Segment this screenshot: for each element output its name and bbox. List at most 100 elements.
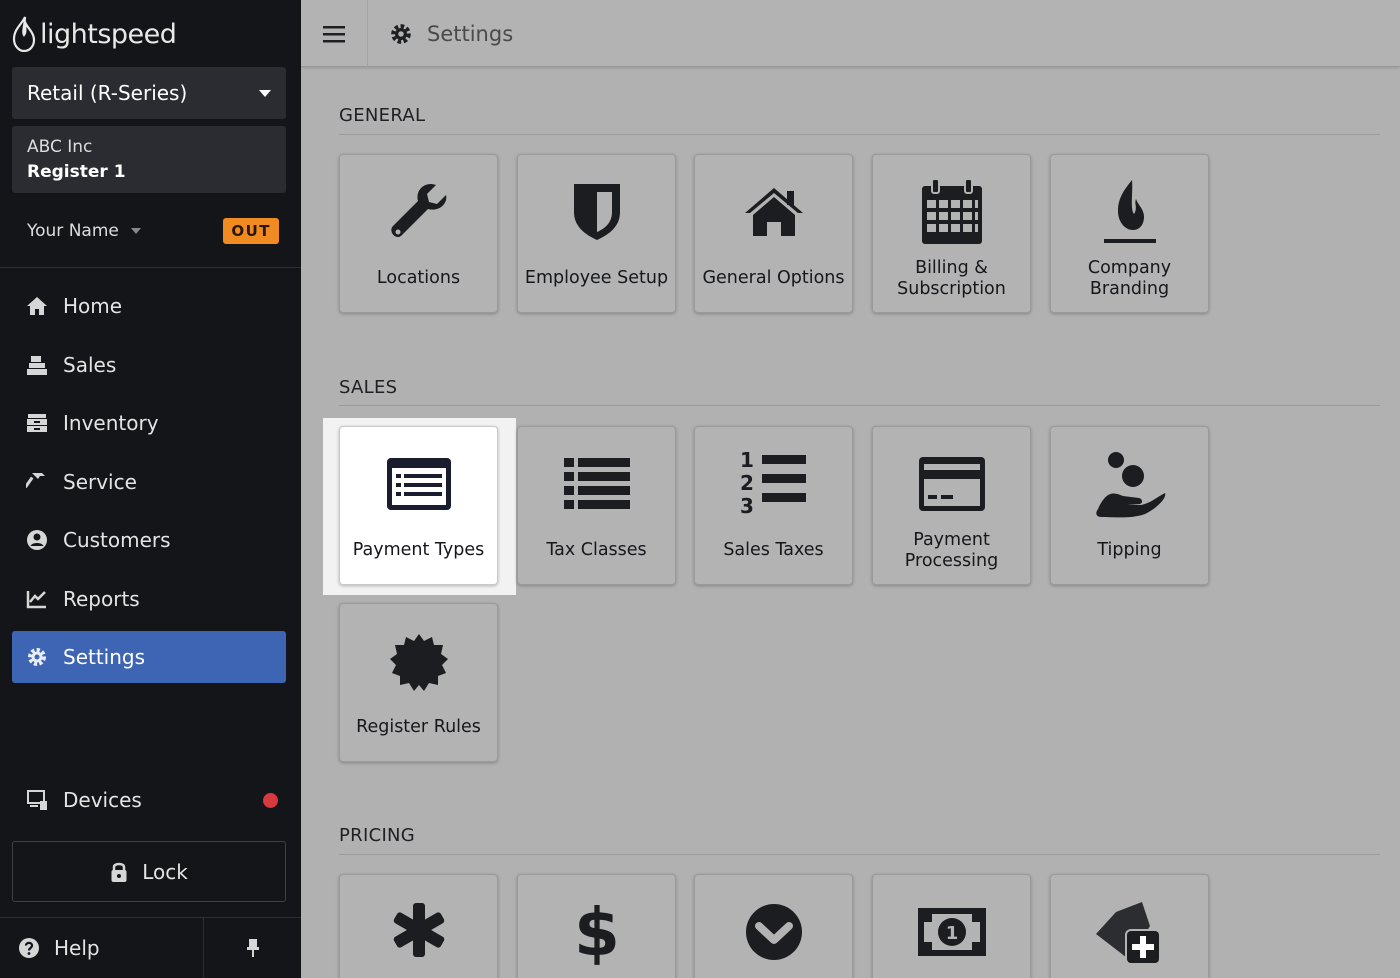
pin-sidebar-button[interactable] — [204, 918, 301, 978]
tile-label: Employee Setup — [524, 267, 669, 288]
tile-billing-subscription[interactable]: Billing & Subscription — [872, 154, 1031, 313]
tile-pricing-1[interactable] — [339, 874, 498, 978]
tile-label: Sales Taxes — [723, 539, 824, 560]
register-info: ABC Inc Register 1 — [12, 126, 286, 193]
clock-status-badge[interactable]: OUT — [223, 218, 279, 244]
tile-payment-processing[interactable]: Payment Processing — [872, 426, 1031, 585]
brand-name: lightspeed — [40, 18, 177, 50]
tile-company-branding[interactable]: Company Branding — [1050, 154, 1209, 313]
shield-icon — [518, 177, 675, 247]
help-button[interactable]: Help — [0, 918, 204, 978]
tile-label: General Options — [702, 267, 845, 288]
banknote-icon: 1 — [873, 897, 1030, 967]
devices-icon — [25, 788, 49, 812]
tag-plus-icon — [1051, 897, 1208, 967]
tile-payment-types[interactable]: Payment Types — [339, 426, 498, 585]
sidebar-divider — [0, 267, 301, 268]
tile-label: Payment Types — [352, 539, 485, 560]
section-divider — [339, 854, 1380, 855]
tile-pricing-2[interactable]: $ — [517, 874, 676, 978]
inventory-icon — [25, 411, 49, 435]
hamburger-icon — [323, 25, 345, 42]
badge-icon — [340, 628, 497, 698]
sidebar-item-inventory[interactable]: Inventory — [12, 397, 286, 449]
tile-general-options[interactable]: General Options — [694, 154, 853, 313]
tile-register-rules[interactable]: Register Rules — [339, 603, 498, 762]
asterisk-icon — [340, 895, 497, 965]
register-icon — [25, 353, 49, 377]
register-name: Register 1 — [27, 162, 126, 182]
tile-tax-classes[interactable]: Tax Classes — [517, 426, 676, 585]
user-circle-icon — [25, 528, 49, 552]
sidebar-item-label: Settings — [63, 645, 146, 669]
gear-icon — [391, 23, 411, 44]
page-title-text: Settings — [427, 21, 514, 46]
sidebar-item-service[interactable]: Service — [12, 456, 286, 508]
sidebar-item-home[interactable]: Home — [12, 280, 286, 332]
list-icon — [518, 449, 675, 519]
sidebar-item-reports[interactable]: Reports — [12, 573, 286, 625]
tile-pricing-3[interactable] — [694, 874, 853, 978]
chevron-down-icon — [259, 89, 271, 97]
page-title: Settings — [389, 0, 513, 67]
gear-icon — [25, 645, 49, 669]
flame-logo-icon — [12, 16, 36, 52]
svg-text:$: $ — [575, 895, 619, 965]
tile-locations[interactable]: Locations — [339, 154, 498, 313]
help-icon — [19, 938, 39, 958]
section-title-general: GENERAL — [339, 105, 426, 126]
calendar-icon — [873, 177, 1030, 247]
tile-label: Tax Classes — [546, 539, 647, 560]
wrench-icon — [340, 177, 497, 247]
chart-icon — [25, 587, 49, 611]
tile-tipping[interactable]: Tipping — [1050, 426, 1209, 585]
sidebar-item-label: Inventory — [63, 411, 159, 435]
sidebar-item-label: Customers — [63, 528, 171, 552]
section-divider — [339, 405, 1380, 406]
user-name: Your Name — [27, 221, 119, 241]
tile-pricing-5[interactable] — [1050, 874, 1209, 978]
svg-text:3: 3 — [740, 494, 754, 516]
numbered-list-icon: 123 — [695, 447, 852, 517]
tile-label: Locations — [376, 267, 461, 288]
home-icon — [25, 294, 49, 318]
product-label: Retail (R-Series) — [27, 81, 188, 105]
chevron-down-icon — [130, 228, 141, 234]
tile-pricing-4[interactable]: 1 — [872, 874, 1031, 978]
home-icon — [695, 177, 852, 247]
section-title-pricing: PRICING — [339, 825, 416, 846]
lock-button[interactable]: Lock — [12, 841, 286, 902]
hand-coins-icon — [1051, 449, 1208, 519]
tile-label: Payment Processing — [904, 530, 999, 571]
svg-text:1: 1 — [945, 923, 958, 944]
lock-label: Lock — [142, 859, 188, 884]
sidebar-item-label: Service — [63, 469, 137, 494]
sidebar-item-settings[interactable]: Settings — [12, 631, 286, 683]
top-bar: Settings — [301, 0, 1400, 67]
tile-sales-taxes[interactable]: 123 Sales Taxes — [694, 426, 853, 585]
product-selector[interactable]: Retail (R-Series) — [12, 67, 286, 119]
user-menu[interactable]: Your Name OUT — [27, 214, 279, 248]
tile-label: Company Branding — [1087, 258, 1172, 299]
sidebar-item-label: Devices — [63, 788, 142, 812]
lightspeed-logo[interactable]: lightspeed — [12, 14, 177, 54]
company-name: ABC Inc — [27, 137, 93, 157]
lock-icon — [111, 862, 127, 882]
svg-text:2: 2 — [740, 471, 754, 495]
alert-dot — [263, 792, 278, 808]
sidebar-item-customers[interactable]: Customers — [12, 514, 286, 566]
credit-card-icon — [873, 449, 1030, 519]
sidebar-item-label: Home — [63, 294, 123, 318]
dollar-icon: $ — [518, 895, 675, 965]
sidebar-item-label: Reports — [63, 586, 140, 611]
chevron-circle-icon — [695, 897, 852, 967]
pin-icon — [246, 939, 259, 957]
section-divider — [339, 134, 1380, 135]
sidebar-item-sales[interactable]: Sales — [12, 339, 286, 391]
sidebar-item-label: Sales — [63, 352, 117, 377]
sidebar-item-devices[interactable]: Devices — [12, 774, 286, 826]
tile-employee-setup[interactable]: Employee Setup — [517, 154, 676, 313]
sidebar-footer: Help — [0, 917, 301, 978]
menu-toggle-button[interactable] — [301, 0, 368, 67]
sidebar-nav: Home Sales Inventory Service Customers R… — [12, 280, 286, 690]
